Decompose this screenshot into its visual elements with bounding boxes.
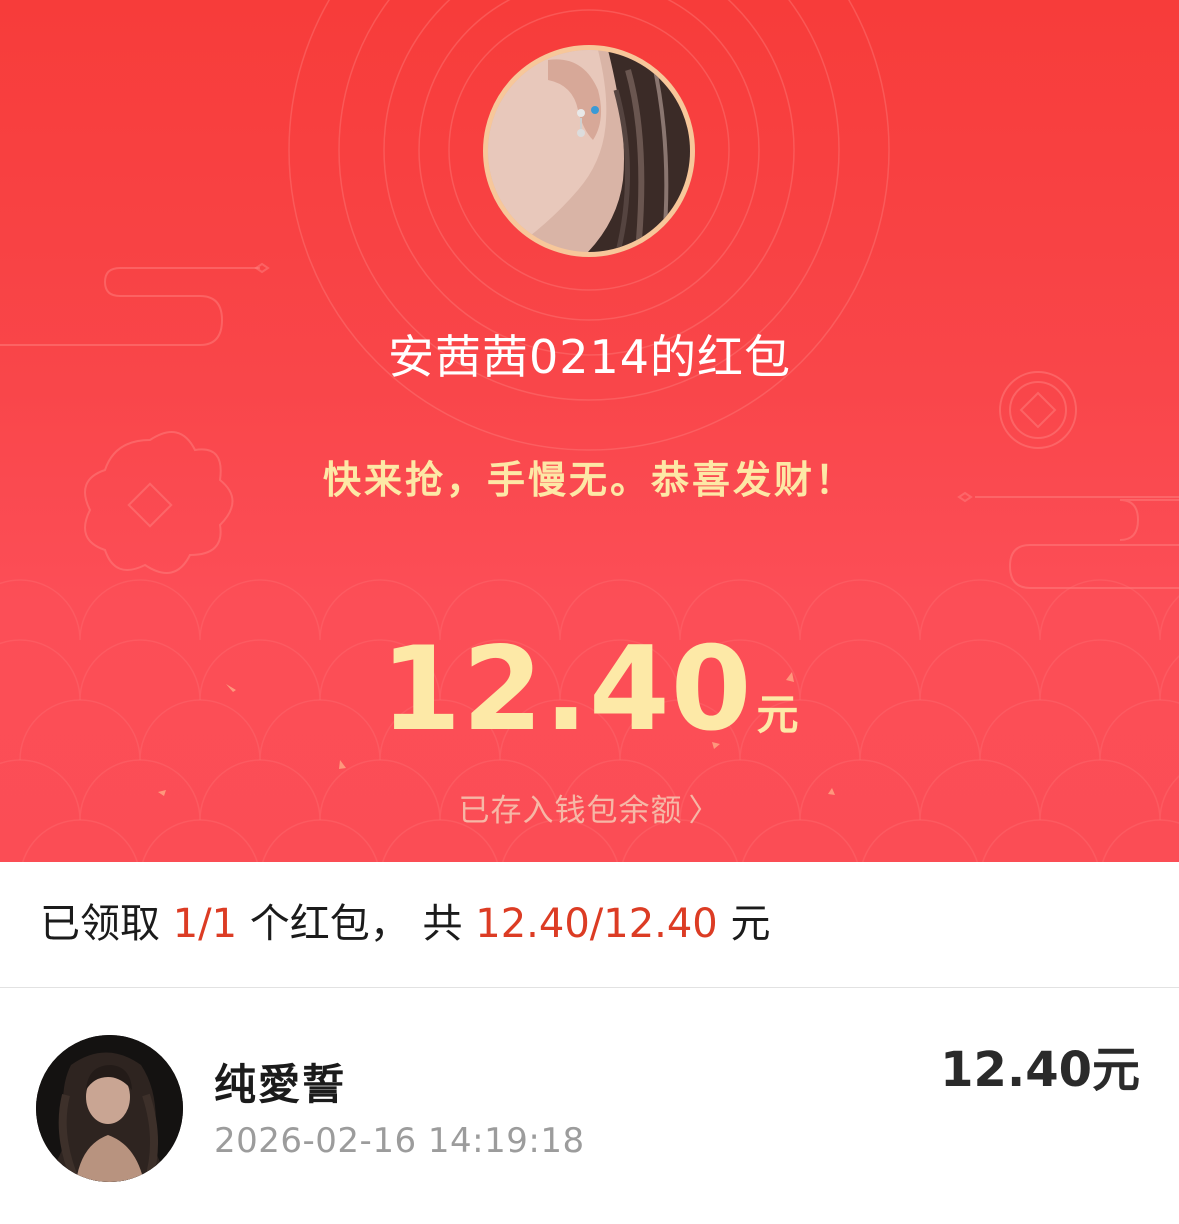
red-packet-header: 安茜茜0214的红包 快来抢，手慢无。恭喜发财！ 12.40元 已存入钱包余额〉 [0, 0, 1179, 862]
summary-suffix: 元 [717, 901, 771, 947]
sender-avatar-image [488, 50, 690, 252]
wallet-balance-link[interactable]: 已存入钱包余额〉 [0, 788, 1179, 834]
claim-count: 1/1 [172, 901, 238, 947]
receiver-name: 纯愛誓 [214, 1060, 347, 1109]
sender-title: 安茜茜0214的红包 [387, 330, 792, 384]
claim-summary: 已领取 1/1 个红包， 共 12.40/12.40 元 [40, 894, 770, 954]
summary-prefix: 已领取 [40, 901, 173, 947]
sender-avatar[interactable] [483, 45, 695, 257]
greeting-message: 快来抢，手慢无。恭喜发财！ [322, 458, 856, 502]
receiver-avatar[interactable] [36, 1035, 183, 1182]
receiver-amount: 12.40元 [940, 1042, 1140, 1098]
summary-middle: 个红包， 共 [237, 901, 476, 947]
receiver-avatar-image [36, 1035, 183, 1182]
red-packet-detail-page: 安茜茜0214的红包 快来抢，手慢无。恭喜发财！ 12.40元 已存入钱包余额〉… [0, 0, 1179, 1224]
amount-value: 12.40 [380, 622, 753, 757]
chevron-right-icon: 〉 [688, 793, 721, 829]
divider [0, 987, 1179, 988]
received-amount: 12.40元 [0, 625, 1179, 755]
claim-total: 12.40/12.40 [475, 901, 718, 947]
receive-time: 2026-02-16 14:19:18 [214, 1121, 585, 1161]
amount-unit: 元 [756, 690, 799, 739]
wallet-link-label: 已存入钱包余额 [458, 793, 683, 829]
